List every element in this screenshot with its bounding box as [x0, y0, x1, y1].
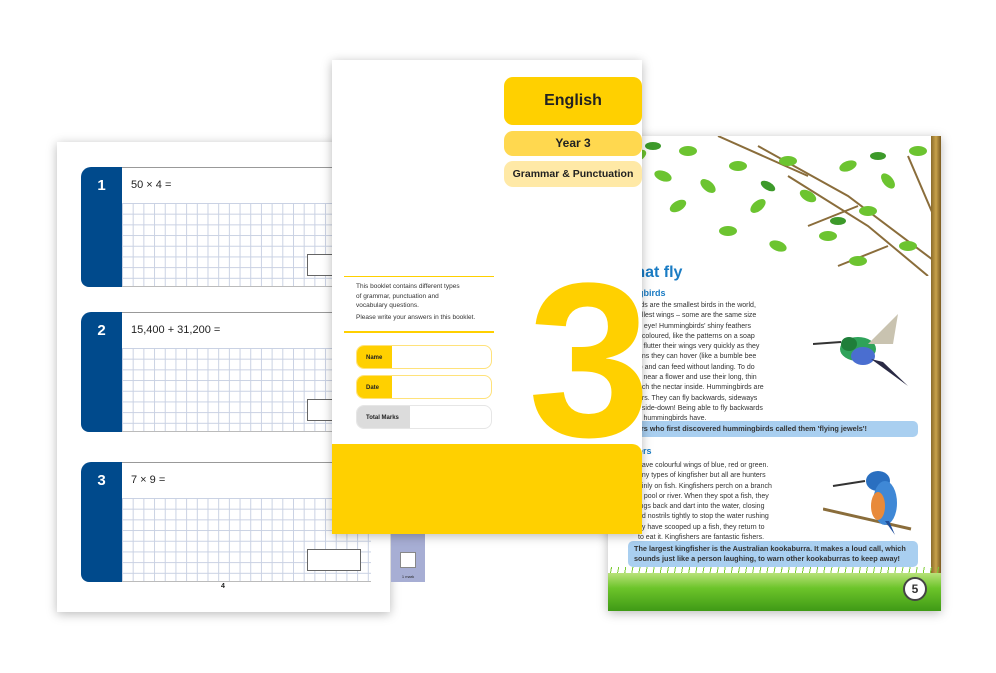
- question-text: 7 × 9 =: [131, 474, 166, 486]
- subject-label: English: [504, 77, 642, 125]
- fact-callout-hummingbird: rers who first discovered hummingbirds c…: [628, 421, 918, 437]
- tree-trunk: [931, 136, 941, 611]
- kingfisher-paragraph: have colourful wings of blue, red or gre…: [638, 462, 772, 542]
- grass-illustration: [608, 573, 941, 611]
- date-field[interactable]: Date: [356, 375, 492, 399]
- total-marks-label: Total Marks: [357, 406, 410, 428]
- topic-label: Grammar & Punctuation: [504, 161, 642, 187]
- tree-illustration: [629, 136, 941, 276]
- answer-box[interactable]: [307, 549, 361, 571]
- fact-callout-kookaburra: The largest kingfisher is the Australian…: [628, 541, 918, 567]
- divider: [344, 276, 494, 277]
- date-field-label: Date: [357, 376, 392, 398]
- question-3: 3 7 × 9 =: [81, 462, 371, 582]
- year-label: Year 3: [504, 131, 642, 156]
- question-2: 2 15,400 + 31,200 =: [81, 312, 371, 432]
- question-number: 1: [81, 167, 122, 287]
- divider: [344, 331, 494, 333]
- description-line: of grammar, punctuation and: [356, 292, 439, 300]
- question-text: 15,400 + 31,200 =: [131, 324, 221, 336]
- booklet-description: This booklet contains different types of…: [356, 282, 506, 324]
- instruction-text: Please write your answers in this bookle…: [356, 313, 476, 321]
- mark-column: 1 mark: [391, 532, 425, 582]
- description-line: vocabulary questions.: [356, 302, 419, 309]
- total-marks-field[interactable]: Total Marks: [356, 405, 492, 429]
- name-field-label: Name: [357, 346, 392, 368]
- name-field[interactable]: Name: [356, 345, 492, 369]
- year-number-graphic: 3: [528, 237, 651, 483]
- reading-page: that fly gbirds rds are the smallest bir…: [608, 136, 941, 611]
- mark-label: 1 mark: [401, 574, 415, 579]
- question-text: 50 × 4 =: [131, 179, 172, 191]
- hummingbird-image: [813, 314, 908, 386]
- english-booklet-cover: English Year 3 Grammar & Punctuation Thi…: [332, 60, 650, 534]
- question-number: 2: [81, 312, 122, 432]
- question-number: 3: [81, 462, 122, 582]
- page-number: 5: [903, 577, 927, 601]
- cover-footer-band: [332, 444, 642, 534]
- mark-box[interactable]: [400, 552, 416, 568]
- description-line: This booklet contains different types: [356, 283, 460, 290]
- hummingbird-paragraph: rds are the smallest birds in the world,…: [638, 302, 764, 423]
- question-1: 1 50 × 4 =: [81, 167, 371, 287]
- kingfisher-image: [823, 471, 912, 535]
- page-number: 4: [221, 583, 225, 590]
